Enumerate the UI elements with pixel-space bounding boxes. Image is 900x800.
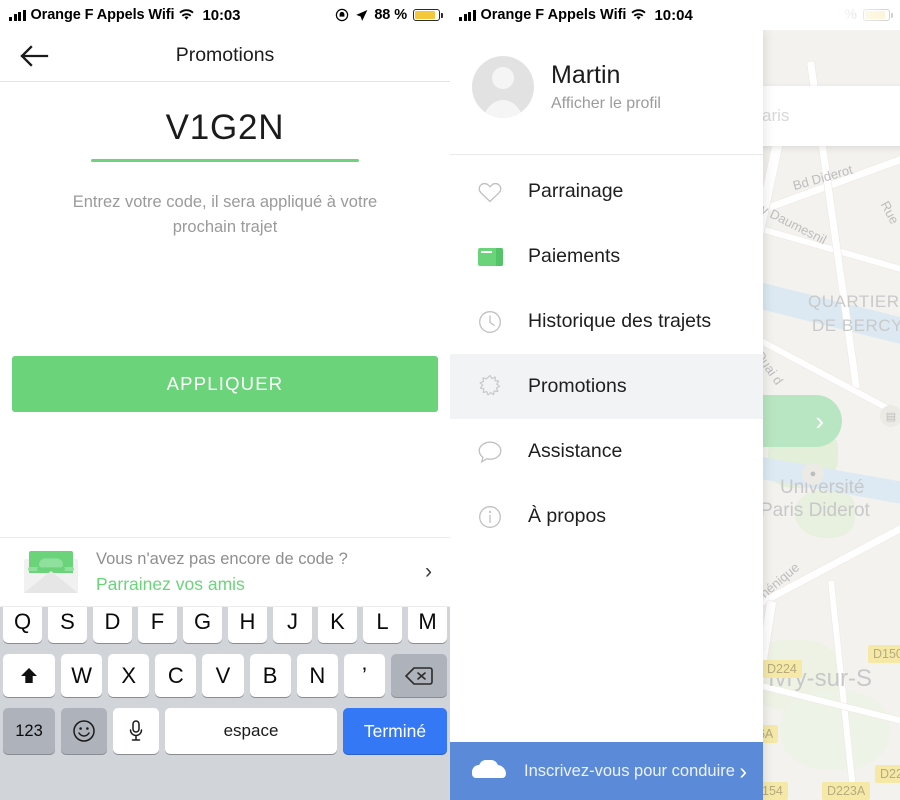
menu-item-paiements[interactable]: Paiements: [450, 224, 763, 289]
profile-name: Martin: [551, 61, 621, 89]
shift-arrow-icon: [21, 667, 37, 683]
signal-bars-icon: [9, 9, 26, 21]
menu-drawer-screen: Bd Diderot Av Daumesnil Rue Quai d QUART…: [450, 0, 900, 800]
carrier-label: Orange F Appels Wifi: [30, 7, 175, 23]
map-label-quartier: QUARTIER: [808, 292, 900, 311]
status-bar-right-group: 88 %: [335, 7, 443, 23]
promo-code-input[interactable]: V1G2N: [0, 106, 450, 150]
promo-code-field[interactable]: V1G2N: [0, 82, 450, 162]
status-bar-left-group: Orange F Appels Wifi 10:04: [459, 7, 693, 24]
key-apostrophe[interactable]: ’: [343, 654, 385, 697]
done-key[interactable]: Terminé: [343, 708, 447, 754]
back-button[interactable]: [14, 36, 54, 76]
menu-item-label: Assistance: [528, 440, 623, 462]
road-shield-d223a: D223A: [822, 782, 871, 800]
page-title: Promotions: [175, 44, 275, 66]
referral-question: Vous n'avez pas encore de code ?: [96, 550, 348, 568]
location-arrow-icon: [355, 9, 368, 22]
status-bar-right: Orange F Appels Wifi 10:04 88 %: [450, 0, 900, 30]
referral-text: Vous n'avez pas encore de code ? Parrain…: [96, 547, 425, 597]
menu-item-historique[interactable]: Historique des trajets: [450, 289, 763, 354]
keyboard-row-3: W X C V B N ’: [3, 654, 447, 697]
map-label-de-bercy: DE BERCY: [812, 316, 900, 335]
numbers-key[interactable]: 123: [3, 708, 55, 754]
promo-code-underline: [91, 159, 359, 162]
profile-text: Martin Afficher le profil: [551, 59, 661, 115]
clock-icon: [472, 310, 508, 334]
referral-link[interactable]: Parrainez vos amis: [96, 571, 425, 597]
backspace-key[interactable]: [390, 654, 447, 697]
referral-row[interactable]: Vous n'avez pas encore de code ? Parrain…: [0, 537, 450, 607]
map-poi-marker[interactable]: ▤: [880, 405, 900, 427]
menu-list: Parrainage Paiements Historique des traj…: [450, 155, 763, 549]
map-search-card[interactable]: aris: [750, 86, 900, 146]
menu-item-parrainage[interactable]: Parrainage: [450, 159, 763, 224]
emoji-smiley-icon: [73, 720, 95, 742]
wifi-icon: [631, 9, 647, 21]
keyboard-row-4: 123 espace Terminé: [3, 708, 447, 754]
chevron-right-icon: ›: [739, 757, 747, 784]
chevron-right-icon: ›: [815, 405, 824, 436]
key-c[interactable]: C: [155, 654, 197, 697]
map-search-text: aris: [762, 106, 790, 125]
side-menu-drawer: Martin Afficher le profil Parrainage Pai…: [450, 30, 763, 800]
map-poi-marker[interactable]: ●: [802, 463, 824, 485]
promo-body: V1G2N Entrez votre code, il sera appliqu…: [0, 82, 450, 607]
key-x[interactable]: X: [108, 654, 150, 697]
signal-bars-icon: [459, 9, 476, 21]
battery-icon: [413, 8, 443, 22]
chevron-right-icon: ›: [425, 560, 432, 583]
status-clock: 10:04: [654, 6, 693, 24]
key-n[interactable]: N: [296, 654, 338, 697]
map-label-universite: Université: [780, 477, 865, 498]
key-v[interactable]: V: [202, 654, 244, 697]
rotation-lock-icon: [335, 8, 349, 22]
nav-bar: Promotions: [0, 30, 450, 82]
key-b[interactable]: B: [249, 654, 291, 697]
avatar-placeholder-icon: [472, 56, 534, 118]
signup-to-drive-label: Inscrivez-vous pour conduire: [524, 761, 735, 780]
road-shield-d224: D224: [762, 660, 802, 678]
menu-item-label: Historique des trajets: [528, 310, 712, 332]
emoji-key[interactable]: [61, 708, 107, 754]
backspace-icon: [404, 666, 433, 685]
status-bar-left-group: Orange F Appels Wifi 10:03: [9, 7, 240, 24]
road-shield-d224a: D224A: [875, 765, 900, 783]
map-label-paris-diderot: Paris Diderot: [760, 500, 870, 521]
info-icon: [472, 505, 508, 529]
carrier-label: Orange F Appels Wifi: [480, 7, 627, 23]
key-w[interactable]: W: [61, 654, 103, 697]
dictation-key[interactable]: [113, 708, 159, 754]
car-icon: [472, 759, 506, 778]
wifi-icon: [179, 9, 195, 21]
menu-item-a-propos[interactable]: À propos: [450, 484, 763, 549]
back-arrow-icon: [20, 44, 49, 67]
credit-card-icon: [472, 247, 508, 266]
starburst-icon: [472, 374, 508, 400]
heart-icon: [472, 180, 508, 204]
profile-header[interactable]: Martin Afficher le profil: [450, 30, 763, 155]
menu-item-promotions[interactable]: Promotions: [450, 354, 763, 419]
space-key[interactable]: espace: [165, 708, 337, 754]
apply-button[interactable]: APPLIQUER: [12, 356, 438, 412]
battery-percent: 88 %: [374, 7, 407, 23]
map-label-rue: Rue: [877, 198, 900, 227]
menu-item-label: À propos: [528, 505, 607, 527]
shift-key[interactable]: [3, 654, 55, 697]
status-bar-left: Orange F Appels Wifi 10:03 88 %: [0, 0, 450, 30]
signup-to-drive-banner[interactable]: Inscrivez-vous pour conduire ›: [450, 742, 763, 800]
envelope-car-icon: [20, 549, 82, 595]
menu-item-label: Paiements: [528, 245, 621, 267]
promo-hint-text: Entrez votre code, il sera appliqué à vo…: [72, 193, 378, 236]
road-shield-d150: D150: [868, 645, 900, 663]
promotions-screen: Orange F Appels Wifi 10:03 88 % Promotio…: [0, 0, 450, 800]
menu-item-label: Parrainage: [528, 180, 624, 202]
view-profile-link[interactable]: Afficher le profil: [551, 92, 661, 115]
menu-item-assistance[interactable]: Assistance: [450, 419, 763, 484]
menu-item-label: Promotions: [528, 375, 627, 397]
speech-bubble-icon: [472, 440, 508, 464]
microphone-icon: [129, 720, 143, 741]
status-clock: 10:03: [202, 6, 241, 24]
app-screenshot: Orange F Appels Wifi 10:03 88 % Promotio…: [0, 0, 900, 800]
